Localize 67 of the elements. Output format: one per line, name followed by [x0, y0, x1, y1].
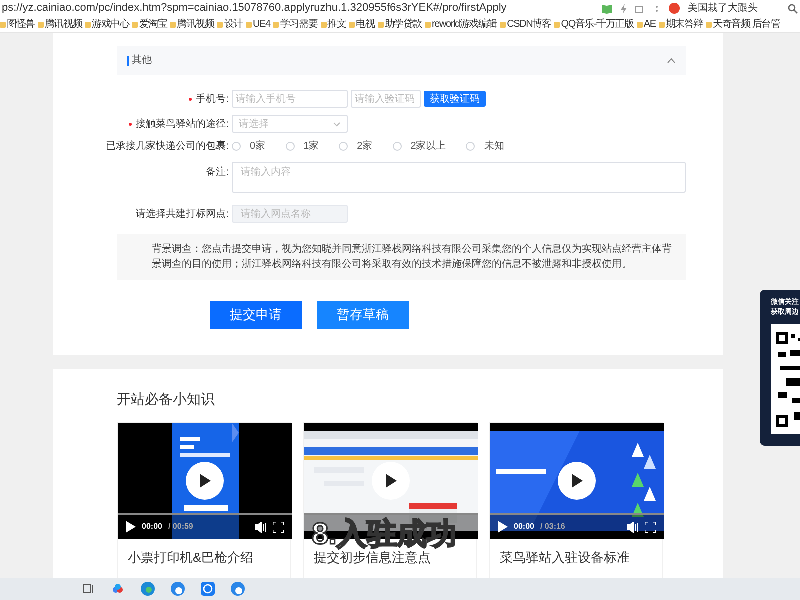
bookmark[interactable]: CSDN博客	[500, 17, 552, 32]
bookmark[interactable]: 爱淘宝	[132, 17, 168, 32]
time-duration: / 03:16	[540, 521, 566, 533]
submit-button[interactable]: 提交申请	[210, 301, 302, 329]
bookmark[interactable]: 助学贷款	[378, 17, 422, 32]
chevron-icon	[333, 122, 341, 126]
video-title[interactable]: 小票打印机&巴枪介绍	[128, 550, 254, 565]
section-header[interactable]: 其他	[117, 46, 686, 75]
bookmark[interactable]: 电视	[349, 17, 375, 32]
bookmark[interactable]: AE	[636, 17, 656, 32]
app-icon[interactable]	[201, 582, 215, 596]
share-icon[interactable]	[635, 4, 645, 14]
task-view-icon[interactable]	[83, 584, 95, 594]
bookmark[interactable]: QQ音乐-千万正版	[554, 17, 634, 32]
fullscreen-icon[interactable]	[273, 522, 284, 532]
bookmark[interactable]: UE4	[246, 17, 270, 32]
field-label: 备注:	[206, 166, 229, 180]
bookmark[interactable]: 学习需要	[273, 17, 318, 32]
section-heading: 开站必备小知识	[117, 390, 216, 409]
bookmark[interactable]: 期末答辩	[658, 17, 703, 32]
field-label: 已承接几家快递公司的包裹:	[106, 140, 229, 154]
url-field[interactable]: ps://yz.cainiao.com/pc/index.htm?spm=cainiao.15078760.applyruzhu.1.320955f6s3rYEK#/pro/firstApply	[2, 0, 507, 17]
radio-option[interactable]: 2家以上	[392, 139, 446, 154]
remark-field[interactable]: 请输入内容	[232, 162, 686, 193]
phone-field[interactable]: 请输入手机号	[232, 90, 348, 108]
browser-icon[interactable]	[171, 582, 185, 596]
collapse-icon[interactable]	[667, 58, 676, 64]
radio-option[interactable]: 1家	[286, 139, 320, 154]
volume-icon[interactable]	[255, 522, 267, 532]
field-label: 接触菜鸟驿站的途径:	[136, 118, 229, 132]
get-code-button[interactable]: 获取验证码	[424, 91, 486, 107]
play-icon	[385, 474, 397, 488]
play-icon	[571, 474, 583, 488]
news-text[interactable]: 美国栽了大跟头	[688, 1, 780, 16]
bookmark[interactable]: 设计	[217, 17, 244, 32]
time-current: 00:00	[514, 521, 534, 533]
browser-icon[interactable]	[231, 582, 245, 596]
fullscreen-icon[interactable]	[645, 522, 656, 532]
bookmark[interactable]: 腾讯视频	[170, 17, 214, 32]
bookmark[interactable]: 天奇音频 后台管	[706, 17, 780, 32]
volume-icon[interactable]	[627, 522, 639, 532]
bookmark[interactable]: 腾讯视频	[38, 17, 82, 32]
browser-icon[interactable]	[141, 582, 155, 596]
save-draft-button[interactable]: 暂存草稿	[317, 301, 409, 329]
bookmark[interactable]: reworld游戏编辑	[425, 17, 498, 32]
field-label: 手机号:	[196, 92, 229, 106]
video-title[interactable]: 提交初步信息注意点	[314, 550, 431, 565]
notice-text: 背景调查：您点击提交申请，视为您知晓并同意浙江驿栈网络科技有限公司采集您的个人信息仅为实现站点经营主体背景调查的目的使用；浙江驿栈网络科技有限公司将采取有效的技术措施保障您的信息不被泄露和非授权使用。	[152, 242, 673, 272]
play-icon	[199, 474, 211, 488]
video-title[interactable]: 菜鸟驿站入驻设备标准	[500, 550, 630, 565]
time-duration: / 00:59	[168, 521, 194, 533]
bookmark[interactable]: 推文	[320, 17, 346, 32]
radio-option[interactable]: 0家	[232, 139, 266, 154]
bookmark[interactable]: 游戏中心	[85, 17, 130, 32]
section-title: 其他	[132, 54, 152, 68]
bookmark[interactable]: 图怪兽	[0, 17, 35, 32]
search-icon[interactable]	[788, 4, 798, 14]
menu-icon[interactable]	[653, 4, 661, 14]
bolt-icon[interactable]	[621, 4, 627, 14]
cloud-app-icon[interactable]	[111, 582, 125, 596]
play-icon[interactable]	[126, 521, 136, 533]
radio-option[interactable]: 未知	[466, 139, 504, 154]
code-field[interactable]: 请输入验证码	[351, 90, 421, 108]
field-label: 请选择共建打标网点:	[136, 208, 229, 222]
play-icon[interactable]	[498, 521, 508, 533]
radio-option[interactable]: 2家	[339, 139, 373, 154]
time-current: 00:00	[142, 521, 162, 533]
